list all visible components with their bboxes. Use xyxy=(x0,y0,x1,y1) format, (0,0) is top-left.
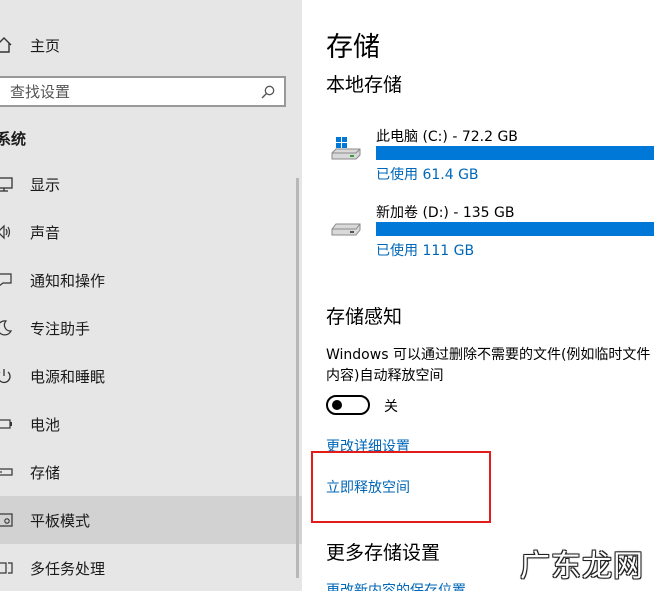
home-icon xyxy=(0,35,14,55)
sidebar-item-home-label: 主页 xyxy=(30,37,61,55)
sidebar-section-heading: 系统 xyxy=(0,130,27,148)
toggle-knob xyxy=(332,400,342,410)
power-icon xyxy=(0,366,14,386)
toggle-state-label: 关 xyxy=(384,399,398,415)
storage-sense-description: Windows 可以通过删除不需要的文件(例如临时文件 内容)自动释放空间 xyxy=(326,345,654,387)
sidebar-item-power-sleep[interactable]: 电源和睡眠 xyxy=(0,352,302,400)
sidebar-item-label: 多任务处理 xyxy=(30,559,106,578)
sidebar-item-home[interactable]: 主页 xyxy=(0,30,302,60)
sidebar-item-battery[interactable]: 电池 xyxy=(0,400,302,448)
drive-item-c[interactable]: 此电脑 (C:) - 72.2 GB 已使用 61.4 GB xyxy=(326,126,654,186)
monitor-icon xyxy=(0,174,14,194)
storage-sense-description-line: 内容)自动释放空间 xyxy=(326,368,444,384)
more-storage-settings-heading: 更多存储设置 xyxy=(326,542,441,564)
storage-page: 存储 本地存储 此电脑 (C:) - 72.2 GB 已使用 61.4 GB 新… xyxy=(302,0,654,591)
drive-name: 此电脑 (C:) - 72.2 GB xyxy=(376,129,518,145)
drive-item-d[interactable]: 新加卷 (D:) - 135 GB 已使用 111 GB xyxy=(326,202,654,262)
sidebar-item-storage[interactable]: 存储 xyxy=(0,448,302,496)
red-highlight-box xyxy=(311,451,491,523)
sidebar-item-label: 专注助手 xyxy=(30,319,91,338)
watermark-text: 广东龙网 xyxy=(520,549,644,584)
battery-icon xyxy=(0,414,14,434)
settings-sidebar: 主页 系统 显示 声音 通知和操作 专注助手 电源和睡眠 xyxy=(0,0,302,591)
sidebar-item-notifications[interactable]: 通知和操作 xyxy=(0,256,302,304)
search-icon[interactable] xyxy=(260,84,276,100)
drive-name: 新加卷 (D:) - 135 GB xyxy=(376,205,515,221)
drive-used-text: 已使用 61.4 GB xyxy=(376,167,479,183)
drive-usage-bar xyxy=(376,146,654,160)
sidebar-item-display[interactable]: 显示 xyxy=(0,160,302,208)
speaker-icon xyxy=(0,222,14,242)
sidebar-item-label: 显示 xyxy=(30,175,61,194)
drive-icon xyxy=(330,212,362,240)
search-input[interactable] xyxy=(10,82,250,102)
local-storage-heading: 本地存储 xyxy=(326,74,403,96)
moon-icon xyxy=(0,318,14,338)
sidebar-item-sound[interactable]: 声音 xyxy=(0,208,302,256)
sidebar-item-label: 存储 xyxy=(30,463,61,482)
page-title: 存储 xyxy=(326,32,380,63)
drive-usage-bar xyxy=(376,222,654,236)
sidebar-item-multitasking[interactable]: 多任务处理 xyxy=(0,544,302,591)
settings-search-box[interactable] xyxy=(0,76,286,107)
storage-icon xyxy=(0,462,14,482)
multitask-icon xyxy=(0,558,14,578)
sidebar-item-label: 电池 xyxy=(30,415,61,434)
notification-icon xyxy=(0,270,14,290)
drive-used-text: 已使用 111 GB xyxy=(376,243,475,259)
sidebar-item-focus-assist[interactable]: 专注助手 xyxy=(0,304,302,352)
storage-sense-heading: 存储感知 xyxy=(326,306,403,328)
tablet-icon xyxy=(0,510,14,530)
save-location-link[interactable]: 更改新内容的保存位置 xyxy=(326,580,466,591)
sidebar-item-label: 声音 xyxy=(30,223,61,242)
sidebar-item-tablet-mode[interactable]: 平板模式 xyxy=(0,496,302,544)
storage-sense-toggle[interactable] xyxy=(326,395,370,415)
sidebar-item-label: 通知和操作 xyxy=(30,271,106,290)
sidebar-scrollbar[interactable] xyxy=(296,178,299,578)
windows-drive-icon xyxy=(330,136,362,164)
sidebar-item-label: 电源和睡眠 xyxy=(30,367,106,386)
storage-sense-description-line: Windows 可以通过删除不需要的文件(例如临时文件 xyxy=(326,347,651,363)
sidebar-item-label: 平板模式 xyxy=(30,511,91,530)
